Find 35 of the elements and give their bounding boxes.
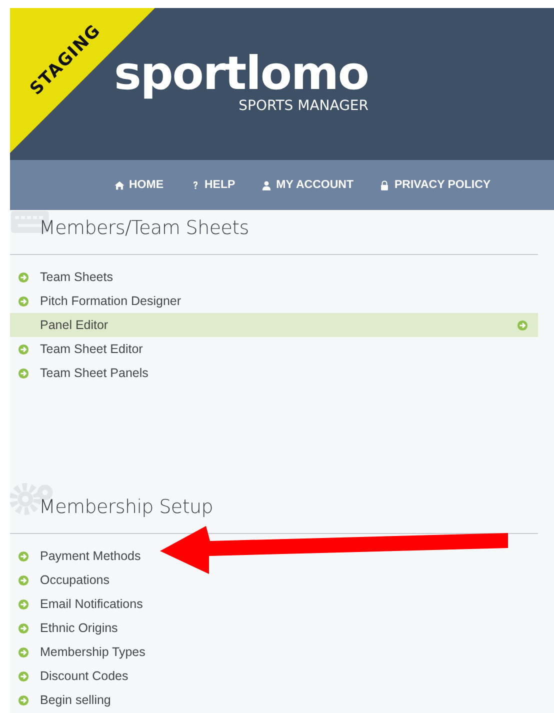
arrow-circle-icon — [18, 622, 29, 634]
menu-item[interactable]: Membership Types — [10, 640, 150, 664]
menu-item[interactable]: Panel Editor — [10, 313, 538, 337]
section-title: Membership Setup — [39, 496, 213, 518]
nav-link[interactable]: HELP — [190, 179, 236, 191]
arrow-circle-icon — [18, 550, 29, 562]
arrow-circle-icon — [18, 646, 29, 658]
menu-item[interactable]: Pitch Formation Designer — [10, 289, 186, 313]
arrow-circle-icon — [18, 670, 29, 682]
arrow-circle-icon — [18, 344, 29, 354]
menu-item[interactable]: Team Sheet Panels — [10, 361, 152, 385]
menu-item[interactable]: Team Sheet Editor — [10, 337, 147, 361]
nav-link[interactable]: MY ACCOUNT — [261, 179, 354, 191]
menu-item[interactable]: Team Sheets — [10, 265, 117, 289]
menu-item[interactable]: Occupations — [10, 568, 114, 592]
menu-item[interactable]: Payment Methods — [10, 544, 145, 568]
nav-link[interactable]: HOME — [114, 179, 164, 191]
nav-link[interactable]: PRIVACY POLICY — [379, 179, 491, 191]
logo-tagline: SPORTS MANAGER — [238, 98, 368, 114]
lock-icon — [379, 180, 390, 190]
menu-item[interactable]: Discount Codes — [10, 664, 132, 688]
home-icon — [114, 180, 125, 190]
arrow-circle-icon — [18, 574, 29, 586]
arrow-circle-icon — [18, 598, 29, 610]
menu-item[interactable]: Begin selling — [10, 688, 115, 712]
arrow-circle-icon — [18, 296, 29, 306]
menu-item[interactable]: Ethnic Origins — [10, 616, 122, 640]
arrow-circle-icon — [18, 694, 29, 706]
user-icon — [261, 180, 272, 190]
logo-text: sportlomo — [114, 46, 368, 100]
arrow-circle-icon — [18, 272, 29, 282]
arrow-circle-icon — [517, 320, 528, 330]
section-title: Members/Team Sheets — [39, 217, 249, 239]
menu-item[interactable]: Email Notifications — [10, 592, 147, 616]
arrow-circle-icon — [18, 368, 29, 378]
